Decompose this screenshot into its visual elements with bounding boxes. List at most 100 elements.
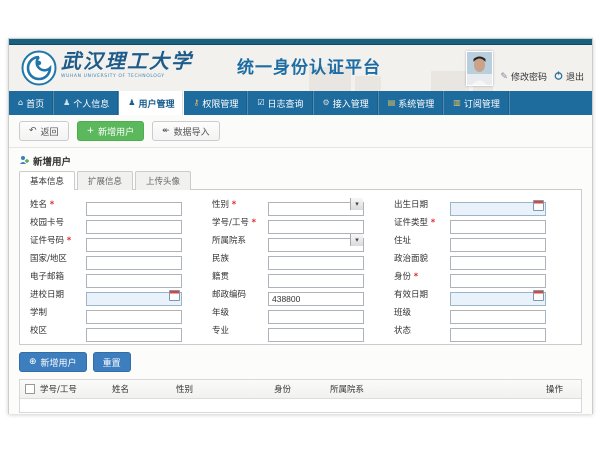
- nav-tab-system-mgmt[interactable]: ▤系统管理: [379, 91, 445, 115]
- building-watermark: [355, 76, 381, 91]
- home-icon: ⌂: [18, 99, 23, 107]
- nav-tab-permission-mgmt[interactable]: ⚷权限管理: [184, 91, 248, 115]
- valid-date-date-input[interactable]: [450, 287, 546, 301]
- building-watermark: [431, 71, 469, 91]
- reset-button[interactable]: 重置: [93, 352, 131, 372]
- calendar-icon[interactable]: [533, 290, 544, 301]
- name-input[interactable]: [86, 197, 182, 211]
- id-number-value[interactable]: [86, 238, 182, 252]
- ethnicity-value[interactable]: [268, 256, 364, 270]
- campus-value[interactable]: [86, 328, 182, 342]
- tab-basic-info[interactable]: 基本信息: [19, 171, 75, 190]
- postal-code-value[interactable]: [268, 292, 364, 306]
- user-avatar[interactable]: [466, 51, 493, 86]
- folder-icon: ▤: [388, 99, 396, 107]
- data-import-button[interactable]: ↞数据导入: [152, 121, 220, 141]
- email-value[interactable]: [86, 274, 182, 288]
- country-region-value[interactable]: [86, 256, 182, 270]
- calendar-icon[interactable]: [169, 290, 180, 301]
- field-label: 政治面貌: [394, 252, 450, 264]
- form-field-country-region: 国家/地区: [30, 251, 182, 265]
- campus-card-value[interactable]: [86, 220, 182, 234]
- enroll-date-date-input[interactable]: [86, 287, 182, 301]
- native-place-value[interactable]: [268, 274, 364, 288]
- field-label: 住址: [394, 234, 450, 246]
- student-id-value[interactable]: [268, 220, 364, 234]
- student-id-input[interactable]: [268, 215, 364, 229]
- nav-tab-profile[interactable]: ♟个人信息: [54, 91, 119, 115]
- study-length-value[interactable]: [86, 310, 182, 324]
- nav-tab-access-mgmt[interactable]: ⚙接入管理: [314, 91, 379, 115]
- field-label: 学制: [30, 306, 86, 318]
- field-label: 电子邮箱: [30, 270, 86, 282]
- column-header-5: 操作: [546, 383, 581, 395]
- change-password-link[interactable]: ✎ 修改密码: [500, 70, 547, 83]
- section-title: 新增用户: [33, 154, 71, 168]
- field-label: 性别 *: [212, 198, 268, 210]
- political-status-value[interactable]: [450, 256, 546, 270]
- id-type-value[interactable]: [450, 220, 546, 234]
- nav-tab-label: 订阅管理: [464, 97, 500, 110]
- class-value[interactable]: [450, 310, 546, 324]
- add-user-button[interactable]: +新增用户: [77, 121, 145, 141]
- submit-add-user-button[interactable]: ⊕新增用户: [19, 352, 87, 372]
- nav-tab-label: 首页: [26, 97, 44, 110]
- native-place-input[interactable]: [268, 269, 364, 283]
- study-length-input[interactable]: [86, 305, 182, 319]
- nav-tab-label: 用户管理: [138, 97, 174, 110]
- nav-tab-user-mgmt[interactable]: ♟用户管理: [119, 91, 184, 115]
- form-field-political-status: 政治面貌: [394, 251, 546, 265]
- nav-tab-subscription-mgmt[interactable]: ▥订阅管理: [444, 91, 510, 115]
- birth-date-value[interactable]: [450, 202, 546, 216]
- class-input[interactable]: [450, 305, 546, 319]
- dropdown-arrow-icon[interactable]: ▾: [350, 198, 363, 210]
- ethnicity-input[interactable]: [268, 251, 364, 265]
- nav-tab-log-query[interactable]: ☑日志查询: [248, 91, 313, 115]
- platform-title: 统一身份认证平台: [237, 53, 381, 78]
- select-all-checkbox[interactable]: [25, 384, 35, 394]
- id-type-input[interactable]: [450, 215, 546, 229]
- app-window: 武汉理工大学 WUHAN UNIVERSITY OF TECHNOLOGY 统一…: [8, 38, 593, 414]
- birth-date-date-input[interactable]: [450, 197, 546, 211]
- department-select[interactable]: ▾: [268, 233, 364, 247]
- status-input[interactable]: [450, 323, 546, 337]
- field-label: 国家/地区: [30, 252, 86, 264]
- form-field-postal-code: 邮政编码: [212, 287, 364, 301]
- field-label: 所属院系: [212, 234, 268, 246]
- identity-input[interactable]: [450, 269, 546, 283]
- logout-link[interactable]: 退出: [554, 70, 584, 83]
- major-value[interactable]: [268, 328, 364, 342]
- field-label: 专业: [212, 324, 268, 336]
- enroll-date-value[interactable]: [86, 292, 182, 306]
- field-label: 民族: [212, 252, 268, 264]
- tab-extended-info[interactable]: 扩展信息: [77, 171, 133, 190]
- postal-code-input[interactable]: [268, 287, 364, 301]
- email-input[interactable]: [86, 269, 182, 283]
- country-region-input[interactable]: [86, 251, 182, 265]
- political-status-input[interactable]: [450, 251, 546, 265]
- dropdown-arrow-icon[interactable]: ▾: [350, 234, 363, 246]
- tab-upload-avatar[interactable]: 上传头像: [135, 171, 191, 190]
- gender-select[interactable]: ▾: [268, 197, 364, 211]
- campus-card-input[interactable]: [86, 215, 182, 229]
- name-value[interactable]: [86, 202, 182, 216]
- major-input[interactable]: [268, 323, 364, 337]
- back-button[interactable]: ↶返回: [19, 121, 69, 141]
- form-tabstrip: 基本信息扩展信息上传头像: [19, 171, 582, 189]
- address-input[interactable]: [450, 233, 546, 247]
- identity-value[interactable]: [450, 274, 546, 288]
- field-label: 状态: [394, 324, 450, 336]
- id-number-input[interactable]: [86, 233, 182, 247]
- form-field-department: 所属院系 ▾: [212, 233, 364, 247]
- form-field-gender: 性别 * ▾: [212, 197, 364, 211]
- results-table: 学号/工号姓名性别身份所属院系操作: [19, 379, 582, 413]
- valid-date-value[interactable]: [450, 292, 546, 306]
- nav-tab-home[interactable]: ⌂首页: [9, 91, 54, 115]
- grade-input[interactable]: [268, 305, 364, 319]
- address-value[interactable]: [450, 238, 546, 252]
- folder-icon: ▥: [453, 99, 461, 107]
- campus-input[interactable]: [86, 323, 182, 337]
- calendar-icon[interactable]: [533, 200, 544, 211]
- status-value[interactable]: [450, 328, 546, 342]
- grade-value[interactable]: [268, 310, 364, 324]
